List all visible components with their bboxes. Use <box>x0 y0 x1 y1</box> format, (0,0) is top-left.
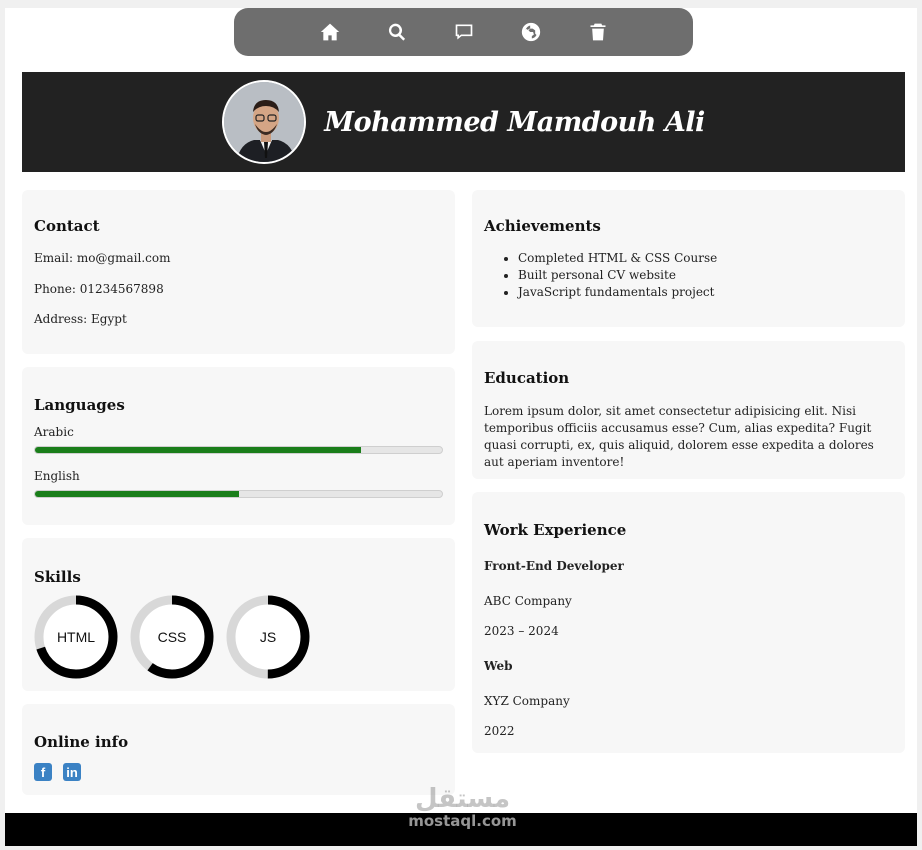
skill-label: HTML <box>56 629 96 645</box>
languages-title: Languages <box>34 396 125 414</box>
nav-globe-button[interactable] <box>497 12 564 52</box>
contact-title: Contact <box>34 217 100 235</box>
avatar <box>222 80 307 164</box>
job-role: Front-End Developer <box>484 559 624 573</box>
contact-card: Contact Email: mo@gmail.com Phone: 01234… <box>22 190 455 354</box>
work-experience-card: Work Experience Front-End Developer ABC … <box>472 492 905 753</box>
skill-label: CSS <box>157 629 187 645</box>
skill-ring: JS <box>226 595 310 679</box>
achievements-list: Completed HTML & CSS Course Built person… <box>518 250 717 301</box>
watermark: مستقل mostaql.com <box>400 785 525 829</box>
online-title: Online info <box>34 733 129 751</box>
watermark-arabic: مستقل <box>414 784 511 814</box>
languages-card: Languages Arabic English <box>22 367 455 525</box>
globe-icon <box>521 22 540 42</box>
top-navbar <box>234 8 693 56</box>
online-info-card: Online info f in <box>22 704 455 795</box>
language-progress-bar <box>34 446 443 454</box>
comment-icon <box>455 24 472 40</box>
nav-comment-button[interactable] <box>430 12 497 52</box>
language-label: Arabic <box>34 425 74 439</box>
search-icon <box>388 23 405 41</box>
trash-icon <box>590 23 605 41</box>
list-item: Completed HTML & CSS Course <box>518 250 717 267</box>
education-card: Education Lorem ipsum dolor, sit amet co… <box>472 341 905 479</box>
job-period: 2022 <box>484 724 515 738</box>
list-item: JavaScript fundamentals project <box>518 284 717 301</box>
watermark-site: mostaql.com <box>408 812 517 830</box>
language-progress-fill <box>35 447 361 453</box>
profile-header: Mohammed Mamdouh Ali <box>22 72 905 172</box>
facebook-icon[interactable]: f <box>34 763 52 781</box>
language-progress-fill <box>35 491 239 497</box>
contact-phone: Phone: 01234567898 <box>34 282 164 296</box>
list-item: Built personal CV website <box>518 267 717 284</box>
job-company: XYZ Company <box>484 694 570 708</box>
nav-trash-button[interactable] <box>564 12 631 52</box>
skill-ring: CSS <box>130 595 214 679</box>
achievements-card: Achievements Completed HTML & CSS Course… <box>472 190 905 327</box>
linkedin-icon[interactable]: in <box>63 763 81 781</box>
language-label: English <box>34 469 80 483</box>
contact-address: Address: Egypt <box>34 312 127 326</box>
profile-name: Mohammed Mamdouh Ali <box>324 106 705 138</box>
skills-card: Skills HTML CSS JS <box>22 538 455 691</box>
skill-ring: HTML <box>34 595 118 679</box>
job-role: Web <box>484 659 513 673</box>
job-period: 2023 – 2024 <box>484 624 559 638</box>
work-title: Work Experience <box>484 521 627 539</box>
achievements-title: Achievements <box>484 217 601 235</box>
skill-label: JS <box>259 629 277 645</box>
nav-home-button[interactable] <box>296 12 363 52</box>
education-title: Education <box>484 369 570 387</box>
language-progress-bar <box>34 490 443 498</box>
home-icon <box>320 23 339 41</box>
job-company: ABC Company <box>484 594 572 608</box>
skills-title: Skills <box>34 568 81 586</box>
nav-search-button[interactable] <box>363 12 430 52</box>
education-text: Lorem ipsum dolor, sit amet consectetur … <box>484 404 874 469</box>
contact-email: Email: mo@gmail.com <box>34 251 171 265</box>
